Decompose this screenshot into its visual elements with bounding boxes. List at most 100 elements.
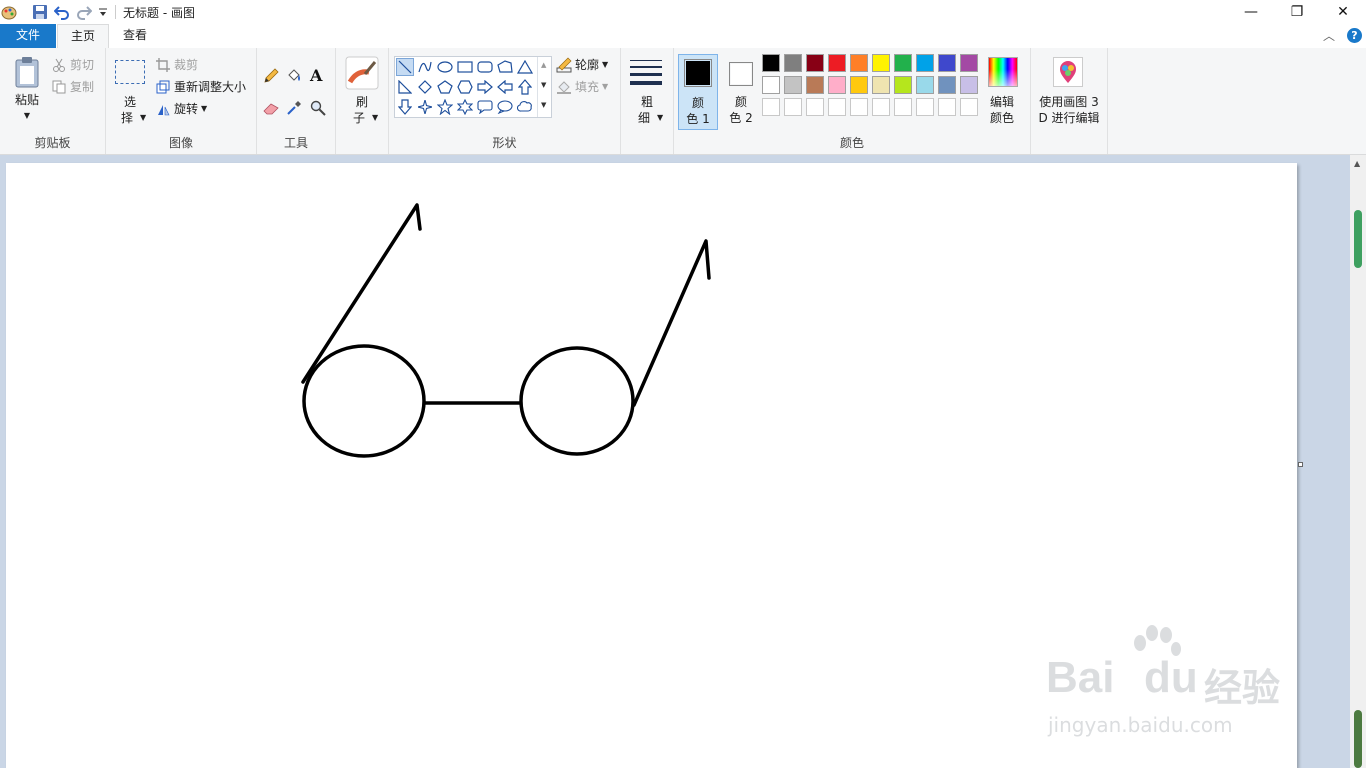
- palette-swatch[interactable]: [762, 98, 780, 116]
- fill-bucket-icon[interactable]: [286, 68, 302, 84]
- curve-shape-icon[interactable]: [416, 58, 434, 76]
- vertical-scrollbar[interactable]: ▲: [1350, 155, 1366, 768]
- brushes-button[interactable]: 刷 子 ▼: [342, 54, 382, 126]
- palette-swatch[interactable]: [850, 54, 868, 72]
- rotate-icon: [158, 104, 170, 115]
- brushes-label-1: 刷: [355, 95, 368, 109]
- down-arrow-shape-icon[interactable]: [396, 98, 414, 116]
- tab-home[interactable]: 主页: [57, 24, 109, 49]
- five-point-star-shape-icon[interactable]: [436, 98, 454, 116]
- palette-swatch[interactable]: [894, 98, 912, 116]
- palette-swatch[interactable]: [872, 76, 890, 94]
- up-arrow-shape-icon[interactable]: [516, 78, 534, 96]
- line-shape-icon[interactable]: [396, 58, 414, 76]
- size-group: 粗 细 ▼: [621, 48, 674, 154]
- paint-app-icon[interactable]: [0, 3, 18, 21]
- palette-swatch[interactable]: [850, 76, 868, 94]
- palette-swatch[interactable]: [938, 98, 956, 116]
- triangle-shape-icon[interactable]: [516, 58, 534, 76]
- crop-button[interactable]: 裁剪: [156, 56, 198, 73]
- palette-swatch[interactable]: [828, 98, 846, 116]
- palette-swatch[interactable]: [894, 54, 912, 72]
- palette-swatch[interactable]: [828, 76, 846, 94]
- paint3d-label-1: 使用画图 3: [1039, 95, 1099, 109]
- palette-swatch[interactable]: [806, 76, 824, 94]
- palette-swatch[interactable]: [828, 54, 846, 72]
- fill-button[interactable]: 填充 ▼: [556, 78, 608, 95]
- palette-swatch[interactable]: [872, 98, 890, 116]
- size-button[interactable]: 粗 细 ▼: [627, 54, 667, 126]
- save-icon[interactable]: [32, 3, 48, 21]
- palette-swatch[interactable]: [916, 54, 934, 72]
- customize-quick-access-icon[interactable]: [98, 3, 108, 21]
- palette-swatch[interactable]: [938, 76, 956, 94]
- six-point-star-shape-icon[interactable]: [456, 98, 474, 116]
- pentagon-shape-icon[interactable]: [436, 78, 454, 96]
- text-tool-icon[interactable]: A: [310, 66, 322, 85]
- color-picker-icon[interactable]: [286, 100, 302, 116]
- undo-icon[interactable]: [54, 3, 70, 21]
- tab-file[interactable]: 文件: [0, 24, 56, 48]
- edit-colors-button[interactable]: 编辑 颜色: [984, 54, 1022, 130]
- right-arrow-shape-icon[interactable]: [476, 78, 494, 96]
- palette-swatch[interactable]: [960, 76, 978, 94]
- rounded-callout-shape-icon[interactable]: [476, 98, 494, 116]
- oval-callout-shape-icon[interactable]: [496, 98, 514, 116]
- palette-swatch[interactable]: [872, 54, 890, 72]
- hexagon-shape-icon[interactable]: [456, 78, 474, 96]
- shapes-expand-icon[interactable]: ▼: [541, 101, 546, 109]
- rectangle-shape-icon[interactable]: [456, 58, 474, 76]
- palette-swatch[interactable]: [960, 98, 978, 116]
- restore-button[interactable]: ❐: [1274, 0, 1320, 24]
- edit-colors-label-1: 编辑: [989, 95, 1014, 109]
- drawing-canvas[interactable]: Bai du 经验 jingyan.baidu.com: [6, 163, 1297, 768]
- right-triangle-shape-icon[interactable]: [396, 78, 414, 96]
- eraser-icon[interactable]: [263, 100, 279, 116]
- shapes-scroll[interactable]: ▲ ▼ ▼: [537, 57, 551, 117]
- shapes-scroll-down-icon[interactable]: ▼: [541, 81, 546, 89]
- palette-swatch[interactable]: [850, 98, 868, 116]
- color1-button[interactable]: 颜 色 1: [678, 54, 718, 130]
- rotate-button[interactable]: 旋转 ▼: [156, 100, 207, 117]
- palette-swatch[interactable]: [806, 98, 824, 116]
- paint3d-icon: [1053, 57, 1083, 87]
- left-arrow-shape-icon[interactable]: [496, 78, 514, 96]
- edit-with-paint3d-button[interactable]: 使用画图 3 D 进行编辑: [1033, 54, 1105, 130]
- palette-swatch[interactable]: [960, 54, 978, 72]
- select-button[interactable]: 选 择 ▼: [112, 54, 148, 126]
- polygon-shape-icon[interactable]: [496, 58, 514, 76]
- palette-swatch[interactable]: [762, 76, 780, 94]
- color2-button[interactable]: 颜 色 2: [722, 54, 762, 130]
- help-icon[interactable]: ?: [1347, 28, 1362, 43]
- palette-swatch[interactable]: [938, 54, 956, 72]
- palette-swatch[interactable]: [784, 54, 802, 72]
- four-point-star-shape-icon[interactable]: [416, 98, 434, 116]
- palette-swatch[interactable]: [784, 98, 802, 116]
- palette-swatch[interactable]: [916, 76, 934, 94]
- palette-swatch[interactable]: [894, 76, 912, 94]
- resize-button[interactable]: 重新调整大小: [156, 78, 246, 95]
- diamond-shape-icon[interactable]: [416, 78, 434, 96]
- pencil-icon[interactable]: [263, 68, 279, 84]
- scrollbar-thumb[interactable]: [1354, 210, 1362, 268]
- oval-shape-icon[interactable]: [436, 58, 454, 76]
- palette-swatch[interactable]: [916, 98, 934, 116]
- redo-icon[interactable]: [76, 3, 92, 21]
- close-button[interactable]: ✕: [1320, 0, 1366, 24]
- minimize-button[interactable]: —: [1228, 0, 1274, 24]
- copy-button[interactable]: 复制: [52, 78, 94, 95]
- outline-button[interactable]: 轮廓 ▼: [556, 56, 608, 73]
- cut-button[interactable]: 剪切: [52, 56, 94, 73]
- scroll-up-icon[interactable]: ▲: [1354, 159, 1360, 168]
- palette-swatch[interactable]: [784, 76, 802, 94]
- palette-swatch[interactable]: [762, 54, 780, 72]
- shapes-scroll-up-icon[interactable]: ▲: [541, 61, 546, 69]
- tab-view[interactable]: 查看: [110, 24, 160, 48]
- palette-swatch[interactable]: [806, 54, 824, 72]
- paste-button[interactable]: 粘贴 ▼: [10, 54, 44, 122]
- rounded-rectangle-shape-icon[interactable]: [476, 58, 494, 76]
- magnifier-icon[interactable]: [310, 100, 326, 116]
- canvas-resize-handle-right[interactable]: [1298, 462, 1303, 467]
- cloud-callout-shape-icon[interactable]: [516, 98, 534, 116]
- collapse-ribbon-icon[interactable]: ︿: [1323, 27, 1335, 44]
